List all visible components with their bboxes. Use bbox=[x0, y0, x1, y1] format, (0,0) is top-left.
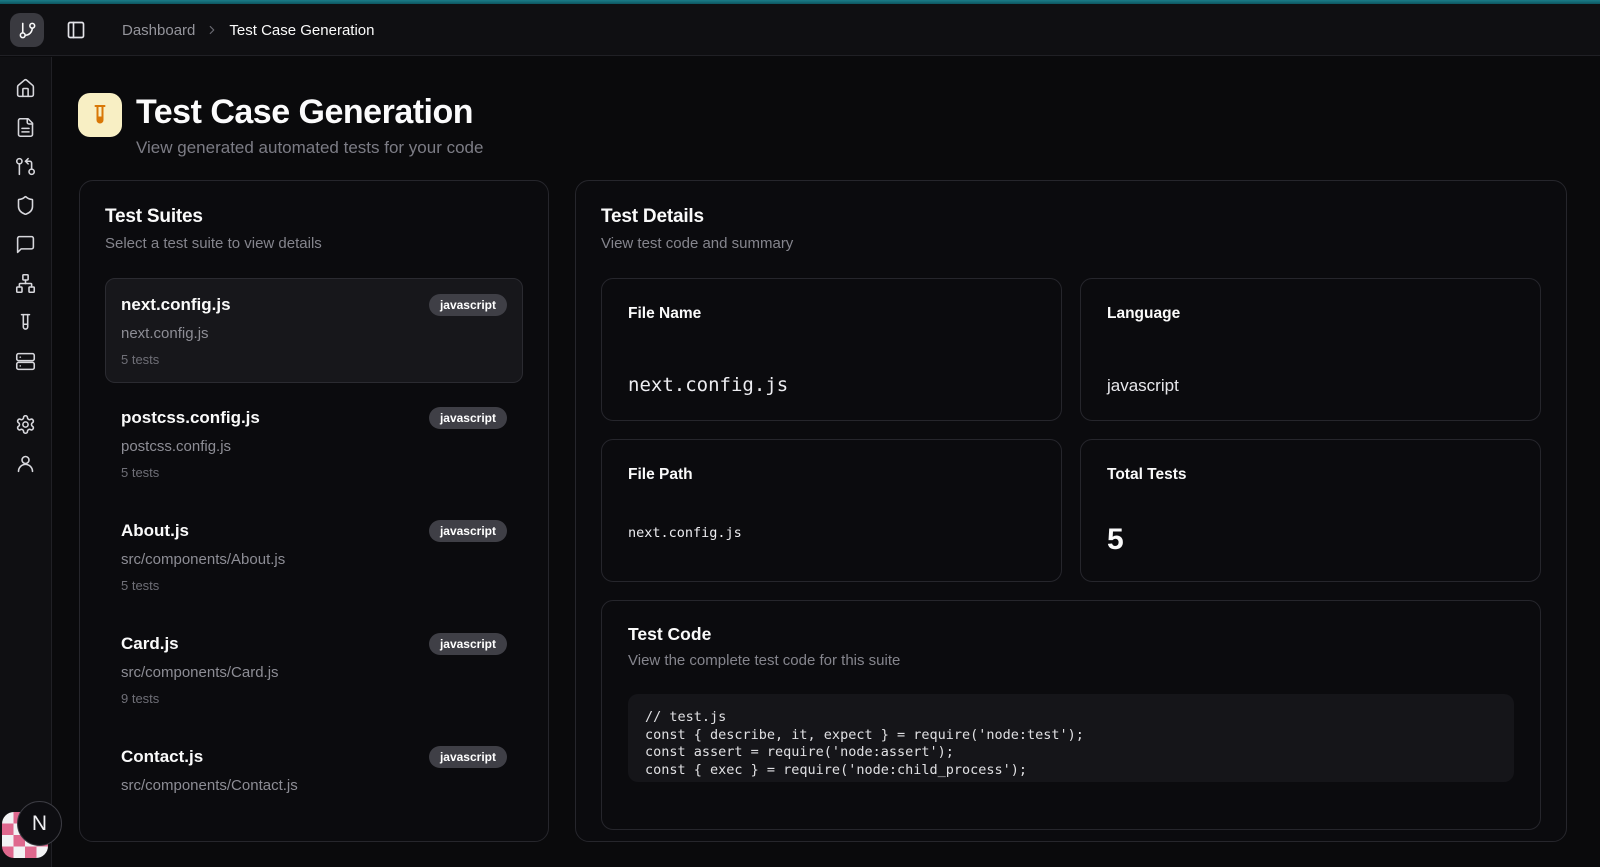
test-suites-title: Test Suites bbox=[105, 206, 203, 227]
panel-left-icon bbox=[66, 20, 86, 40]
sidebar-item-pull-requests[interactable] bbox=[15, 156, 36, 177]
suite-test-count: 5 tests bbox=[121, 465, 160, 480]
test-code-title: Test Code bbox=[628, 624, 712, 644]
suite-name: Card.js bbox=[121, 634, 179, 653]
page-subtitle: View generated automated tests for your … bbox=[136, 138, 484, 157]
total-tests-value: 5 bbox=[1107, 523, 1124, 556]
home-icon bbox=[15, 78, 36, 99]
user-icon bbox=[15, 453, 36, 474]
suite-path: src/components/About.js bbox=[121, 551, 286, 568]
sidebar-item-home[interactable] bbox=[15, 78, 36, 99]
suite-name: postcss.config.js bbox=[121, 408, 260, 427]
test-code-subtitle: View the complete test code for this sui… bbox=[628, 652, 901, 669]
suite-name: next.config.js bbox=[121, 295, 231, 314]
language-badge: javascript bbox=[428, 294, 507, 316]
sidebar-item-tests[interactable] bbox=[15, 312, 36, 333]
app-header: Dashboard Test Case Generation bbox=[0, 4, 1600, 56]
suite-name: About.js bbox=[121, 521, 189, 540]
card-label: Total Tests bbox=[1107, 466, 1187, 483]
sidebar-item-profile[interactable] bbox=[15, 453, 36, 474]
settings-icon bbox=[15, 414, 36, 435]
breadcrumb-dashboard-link[interactable]: Dashboard bbox=[122, 22, 195, 39]
page-title: Test Case Generation bbox=[136, 93, 474, 131]
sidebar-item-architecture[interactable] bbox=[15, 273, 36, 294]
language-card: Language javascript bbox=[1080, 278, 1541, 421]
language-badge: javascript bbox=[428, 407, 507, 429]
suite-path: postcss.config.js bbox=[121, 438, 232, 455]
language-badge: javascript bbox=[428, 520, 507, 542]
breadcrumb-current-page: Test Case Generation bbox=[229, 21, 375, 39]
test-details-subtitle: View test code and summary bbox=[601, 235, 794, 252]
test-suite-item[interactable]: Card.js javascript src/components/Card.j… bbox=[105, 617, 523, 722]
language-badge: javascript bbox=[428, 746, 507, 768]
language-badge: javascript bbox=[428, 633, 507, 655]
nextjs-n-icon: N bbox=[31, 811, 48, 835]
test-suites-subtitle: Select a test suite to view details bbox=[105, 235, 322, 252]
server-icon bbox=[15, 351, 36, 372]
sidebar-item-chat[interactable] bbox=[15, 234, 36, 255]
file-name-value: next.config.js bbox=[628, 374, 789, 396]
top-accent-bar bbox=[0, 0, 1600, 4]
test-code-block[interactable]: // test.js const { describe, it, expect … bbox=[628, 694, 1514, 782]
shield-icon bbox=[15, 195, 36, 216]
sidebar-item-security[interactable] bbox=[15, 195, 36, 216]
suite-name: Contact.js bbox=[121, 747, 204, 766]
test-suite-item[interactable]: next.config.js javascript next.config.js… bbox=[105, 278, 523, 383]
test-details-panel: Test Details View test code and summary … bbox=[575, 180, 1567, 842]
nextjs-dev-badge[interactable]: N bbox=[17, 801, 62, 846]
suite-path: src/components/Card.js bbox=[121, 664, 279, 681]
file-text-icon bbox=[15, 117, 36, 138]
suite-test-count: 5 tests bbox=[121, 352, 160, 367]
message-square-icon bbox=[15, 234, 36, 255]
chevron-right-icon bbox=[205, 23, 219, 37]
network-icon bbox=[15, 273, 36, 294]
total-tests-card: Total Tests 5 bbox=[1080, 439, 1541, 582]
test-code-card: Test Code View the complete test code fo… bbox=[601, 600, 1541, 830]
suite-path: src/components/Contact.js bbox=[121, 777, 298, 794]
file-path-card: File Path next.config.js bbox=[601, 439, 1062, 582]
card-label: File Name bbox=[628, 305, 702, 322]
content-panels: Test Suites Select a test suite to view … bbox=[79, 180, 1567, 842]
sidebar-item-documents[interactable] bbox=[15, 117, 36, 138]
details-cards-grid: File Name next.config.js Language javasc… bbox=[601, 278, 1541, 582]
file-name-card: File Name next.config.js bbox=[601, 278, 1062, 421]
test-details-title: Test Details bbox=[601, 206, 704, 227]
sidebar bbox=[0, 57, 52, 867]
sidebar-item-settings[interactable] bbox=[15, 414, 36, 435]
page-header: Test Case Generation View generated auto… bbox=[78, 93, 483, 158]
sidebar-item-servers[interactable] bbox=[15, 351, 36, 372]
git-branch-icon bbox=[18, 21, 37, 40]
card-label: Language bbox=[1107, 305, 1181, 322]
suite-test-count: 9 tests bbox=[121, 691, 160, 706]
test-tube-icon bbox=[15, 312, 36, 333]
test-tube-icon bbox=[78, 93, 122, 137]
test-suite-item[interactable]: postcss.config.js javascript postcss.con… bbox=[105, 391, 523, 496]
test-suite-item[interactable]: About.js javascript src/components/About… bbox=[105, 504, 523, 609]
test-suites-panel: Test Suites Select a test suite to view … bbox=[79, 180, 549, 842]
git-pull-request-icon bbox=[15, 156, 36, 177]
card-label: File Path bbox=[628, 466, 693, 483]
suite-path: next.config.js bbox=[121, 325, 209, 342]
language-value: javascript bbox=[1107, 376, 1179, 395]
sidebar-toggle-button[interactable] bbox=[66, 20, 86, 40]
test-suite-list: next.config.js javascript next.config.js… bbox=[105, 278, 523, 810]
file-path-value: next.config.js bbox=[628, 525, 742, 541]
test-suite-item[interactable]: Contact.js javascript src/components/Con… bbox=[105, 730, 523, 810]
suite-test-count: 5 tests bbox=[121, 578, 160, 593]
app-logo-button[interactable] bbox=[10, 13, 44, 47]
breadcrumb: Dashboard Test Case Generation bbox=[122, 4, 374, 56]
